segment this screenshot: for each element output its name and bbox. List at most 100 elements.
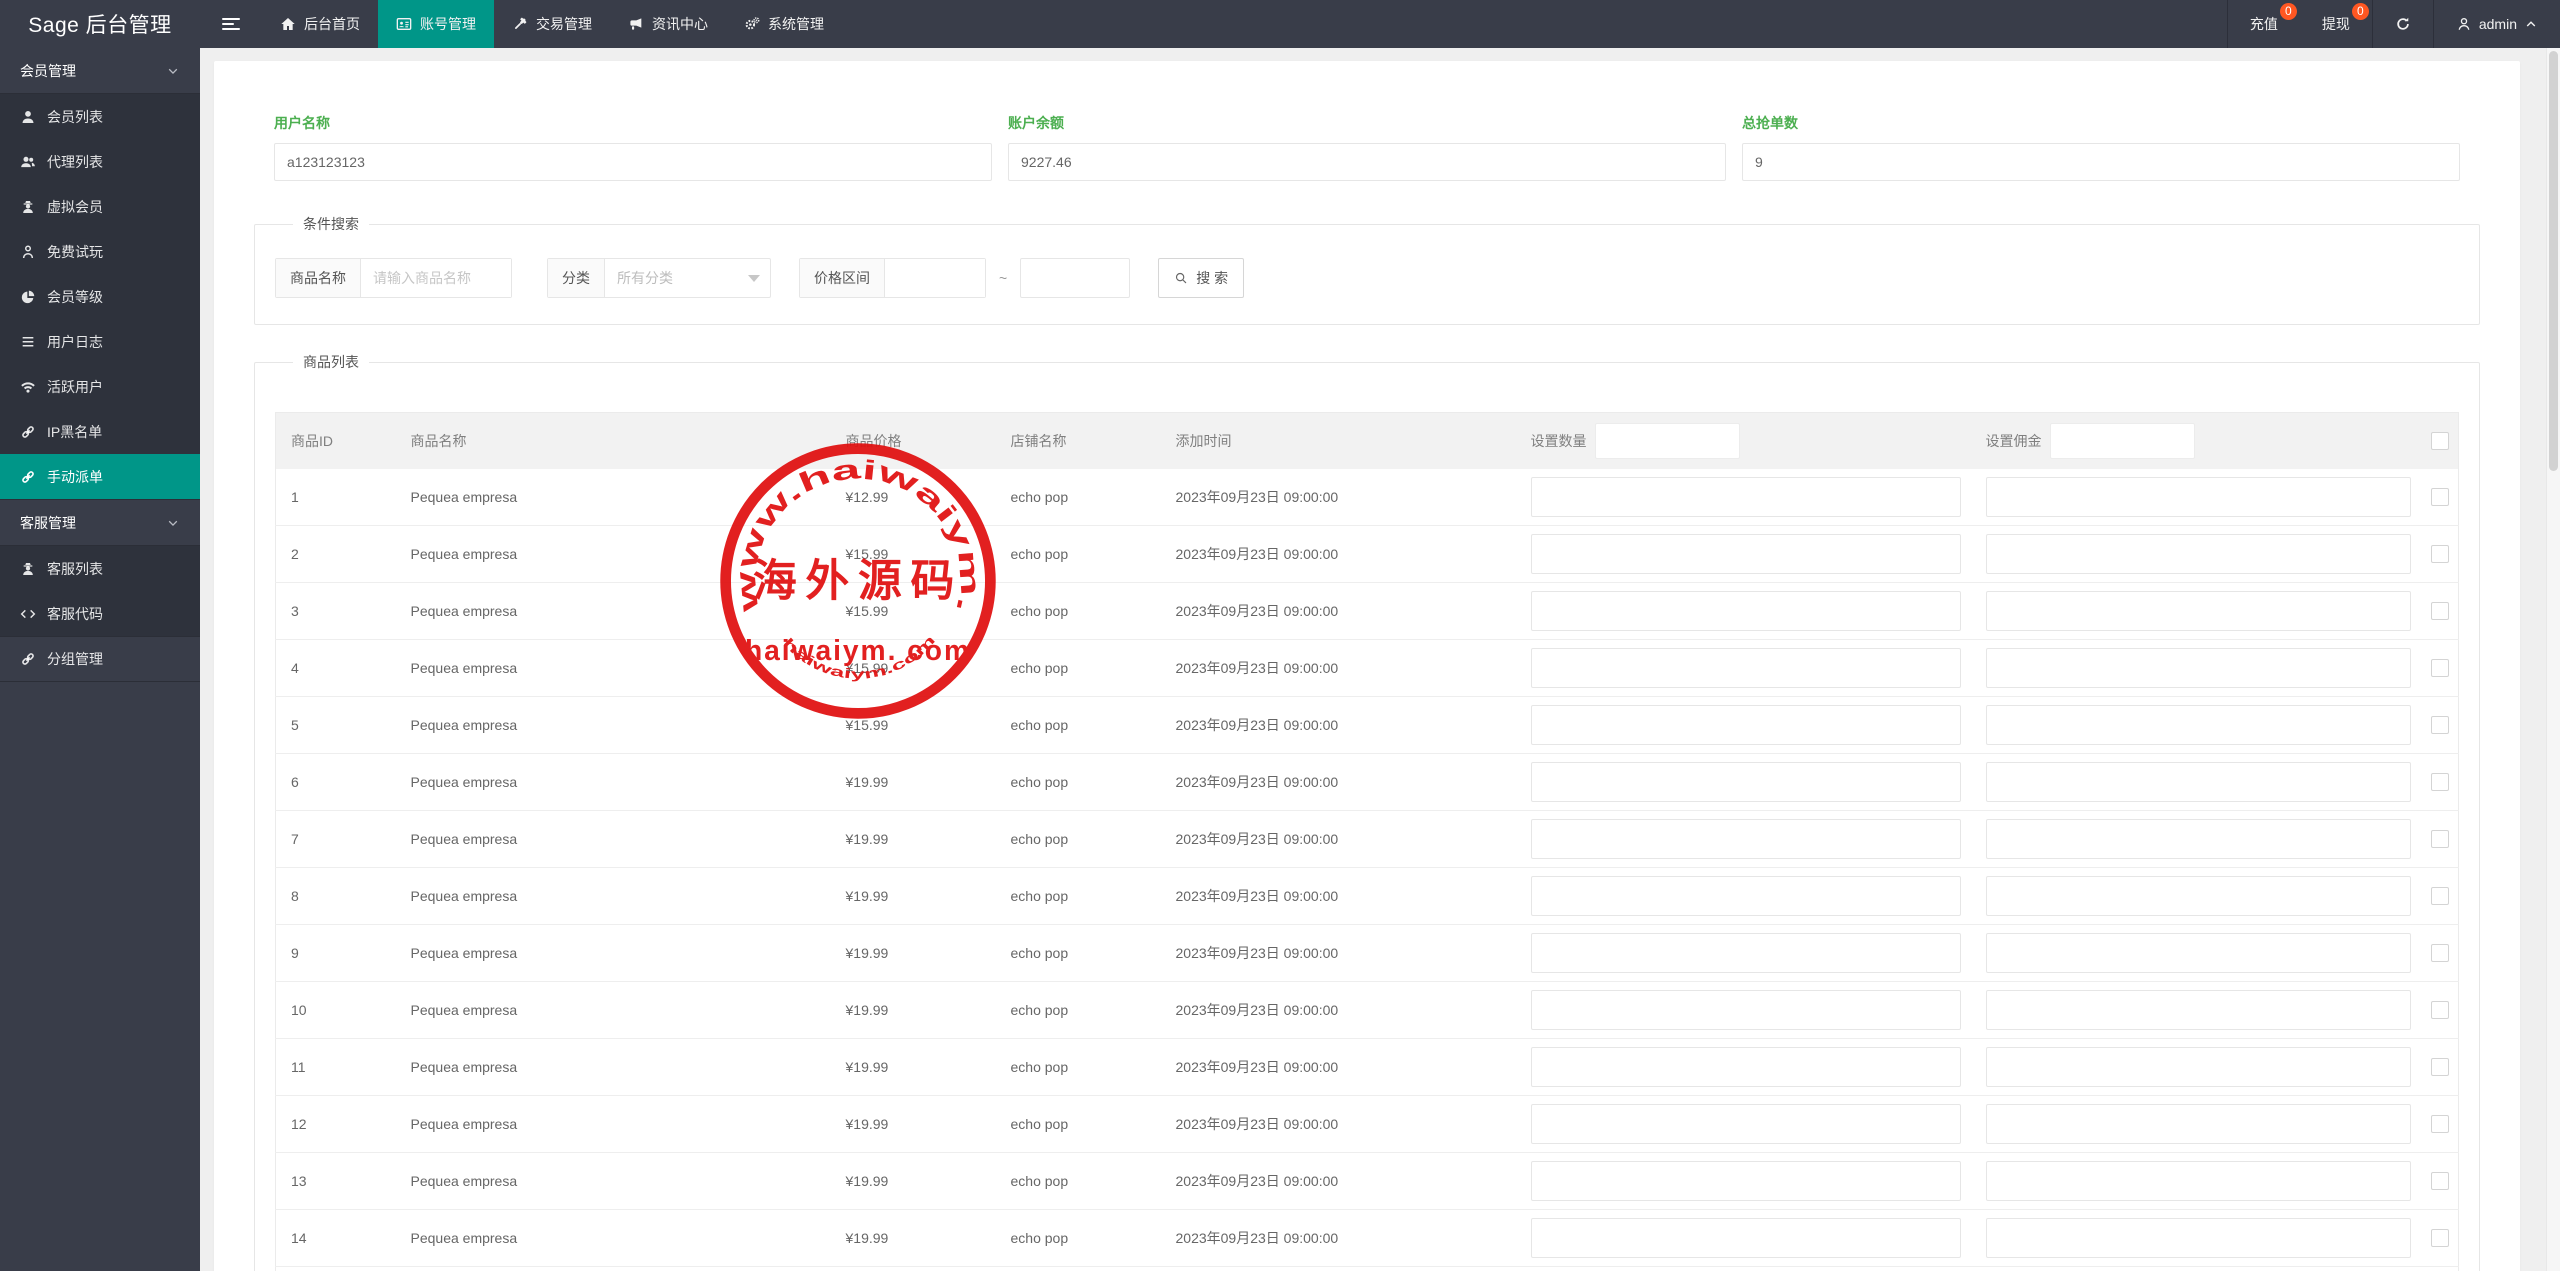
commission-input[interactable] bbox=[1986, 876, 2411, 916]
username-field[interactable] bbox=[274, 143, 992, 181]
sidebar-item-free-trial[interactable]: 免费试玩 bbox=[0, 229, 200, 274]
sidebar-item-member-level[interactable]: 会员等级 bbox=[0, 274, 200, 319]
sidebar-item-active-users[interactable]: 活跃用户 bbox=[0, 364, 200, 409]
row-checkbox[interactable] bbox=[2431, 1115, 2449, 1133]
refresh-button[interactable] bbox=[2372, 0, 2433, 48]
recharge-button[interactable]: 充值 0 bbox=[2227, 0, 2300, 48]
sidebar-item-agent-list[interactable]: 代理列表 bbox=[0, 139, 200, 184]
user-secret-icon bbox=[20, 561, 36, 577]
sidebar-item-manual-dispatch[interactable]: 手动派单 bbox=[0, 454, 200, 499]
commission-input[interactable] bbox=[1986, 933, 2411, 973]
sidebar-item-ip-blacklist[interactable]: IP黑名单 bbox=[0, 409, 200, 454]
table-row: 8Pequea empresa¥19.99echo pop2023年09月23日… bbox=[276, 868, 2459, 925]
sidebar-group-label: 客服管理 bbox=[20, 513, 76, 533]
cell-product-id: 15 bbox=[276, 1267, 396, 1271]
cell-product-id: 10 bbox=[276, 982, 396, 1039]
table-row: 2Pequea empresa¥15.99echo pop2023年09月23日… bbox=[276, 526, 2459, 583]
vertical-scrollbar[interactable] bbox=[2546, 48, 2560, 1271]
sidebar-item-member-list[interactable]: 会员列表 bbox=[0, 94, 200, 139]
col-product-id: 商品ID bbox=[276, 413, 396, 469]
quantity-input[interactable] bbox=[1531, 1161, 1961, 1201]
row-checkbox[interactable] bbox=[2431, 830, 2449, 848]
sidebar-item-user-log[interactable]: 用户日志 bbox=[0, 319, 200, 364]
total-orders-field[interactable] bbox=[1742, 143, 2460, 181]
row-checkbox[interactable] bbox=[2431, 659, 2449, 677]
commission-input[interactable] bbox=[1986, 1161, 2411, 1201]
set-quantity-label: 设置数量 bbox=[1531, 431, 1587, 451]
row-checkbox[interactable] bbox=[2431, 716, 2449, 734]
price-max-input[interactable] bbox=[1020, 258, 1130, 298]
select-all-checkbox[interactable] bbox=[2431, 432, 2449, 450]
commission-input[interactable] bbox=[1986, 1104, 2411, 1144]
row-checkbox[interactable] bbox=[2431, 1172, 2449, 1190]
sidebar-group-members[interactable]: 会员管理 bbox=[0, 48, 200, 94]
row-checkbox[interactable] bbox=[2431, 1001, 2449, 1019]
tilde-separator: ~ bbox=[999, 270, 1007, 286]
withdraw-button[interactable]: 提现 0 bbox=[2300, 0, 2372, 48]
commission-input[interactable] bbox=[1986, 990, 2411, 1030]
sidebar-group-service[interactable]: 客服管理 bbox=[0, 500, 200, 546]
set-all-commission-input[interactable] bbox=[2050, 423, 2195, 459]
commission-input[interactable] bbox=[1986, 1047, 2411, 1087]
balance-field[interactable] bbox=[1008, 143, 1726, 181]
nav-item-news[interactable]: 资讯中心 bbox=[610, 0, 726, 48]
sidebar-item-service-list[interactable]: 客服列表 bbox=[0, 546, 200, 591]
row-checkbox[interactable] bbox=[2431, 773, 2449, 791]
commission-input[interactable] bbox=[1986, 591, 2411, 631]
quantity-input[interactable] bbox=[1531, 705, 1961, 745]
sidebar-item-service-code[interactable]: 客服代码 bbox=[0, 591, 200, 636]
cell-product-name: Pequea empresa bbox=[396, 1039, 831, 1096]
quantity-input[interactable] bbox=[1531, 1218, 1961, 1258]
quantity-input[interactable] bbox=[1531, 819, 1961, 859]
row-checkbox[interactable] bbox=[2431, 602, 2449, 620]
nav-item-accounts[interactable]: 账号管理 bbox=[378, 0, 494, 48]
row-checkbox[interactable] bbox=[2431, 1058, 2449, 1076]
commission-input[interactable] bbox=[1986, 1218, 2411, 1258]
sidebar-item-group-management[interactable]: 分组管理 bbox=[0, 637, 200, 682]
quantity-input[interactable] bbox=[1531, 1047, 1961, 1087]
quantity-input[interactable] bbox=[1531, 591, 1961, 631]
nav-item-dashboard[interactable]: 后台首页 bbox=[262, 0, 378, 48]
row-checkbox[interactable] bbox=[2431, 887, 2449, 905]
row-checkbox[interactable] bbox=[2431, 545, 2449, 563]
cell-product-id: 8 bbox=[276, 868, 396, 925]
search-button[interactable]: 搜 索 bbox=[1158, 258, 1244, 298]
price-min-input[interactable] bbox=[885, 259, 985, 297]
quantity-input[interactable] bbox=[1531, 534, 1961, 574]
set-all-quantity-input[interactable] bbox=[1595, 423, 1740, 459]
commission-input[interactable] bbox=[1986, 705, 2411, 745]
commission-input[interactable] bbox=[1986, 477, 2411, 517]
quantity-input[interactable] bbox=[1531, 762, 1961, 802]
collapse-sidebar-button[interactable] bbox=[200, 0, 262, 48]
product-table: 商品ID 商品名称 商品价格 店铺名称 添加时间 设置数量 bbox=[275, 412, 2459, 1271]
row-checkbox[interactable] bbox=[2431, 1229, 2449, 1247]
sidebar-item-label: 会员等级 bbox=[47, 287, 103, 307]
quantity-input[interactable] bbox=[1531, 1104, 1961, 1144]
nav-item-trades[interactable]: 交易管理 bbox=[494, 0, 610, 48]
cell-product-id: 12 bbox=[276, 1096, 396, 1153]
id-card-icon bbox=[396, 16, 412, 32]
quantity-input[interactable] bbox=[1531, 648, 1961, 688]
row-checkbox[interactable] bbox=[2431, 488, 2449, 506]
nav-item-system[interactable]: 系统管理 bbox=[726, 0, 842, 48]
nav-item-label: 系统管理 bbox=[768, 14, 824, 34]
quantity-input[interactable] bbox=[1531, 876, 1961, 916]
commission-input[interactable] bbox=[1986, 819, 2411, 859]
category-select[interactable]: 所有分类 bbox=[605, 259, 770, 297]
quantity-input[interactable] bbox=[1531, 990, 1961, 1030]
user-menu[interactable]: admin bbox=[2433, 0, 2560, 48]
row-checkbox[interactable] bbox=[2431, 944, 2449, 962]
product-name-input[interactable] bbox=[361, 259, 511, 297]
table-row: 3Pequea empresa¥15.99echo pop2023年09月23日… bbox=[276, 583, 2459, 640]
commission-input[interactable] bbox=[1986, 648, 2411, 688]
users-icon bbox=[20, 154, 36, 170]
scrollbar-thumb[interactable] bbox=[2549, 51, 2558, 471]
commission-input[interactable] bbox=[1986, 762, 2411, 802]
cogs-icon bbox=[744, 16, 760, 32]
cell-add-time: 2023年09月23日 09:00:00 bbox=[1161, 697, 1516, 754]
cell-product-name: Pequea empresa bbox=[396, 1096, 831, 1153]
sidebar-item-virtual-members[interactable]: 虚拟会员 bbox=[0, 184, 200, 229]
quantity-input[interactable] bbox=[1531, 933, 1961, 973]
commission-input[interactable] bbox=[1986, 534, 2411, 574]
quantity-input[interactable] bbox=[1531, 477, 1961, 517]
